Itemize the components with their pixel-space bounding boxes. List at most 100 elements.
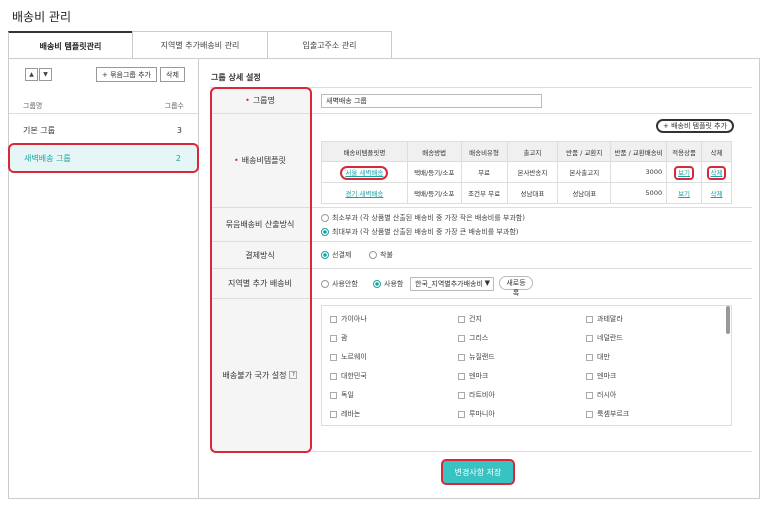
country-name: 러시아: [597, 391, 617, 399]
country-checkbox[interactable]: 대한민국: [330, 371, 367, 381]
row-noship: 배송불가 국가 설정? 가이아나 건지 과테말라괌 그리스 네덜란드노르웨이 뉴질랜드 대만…: [210, 298, 752, 452]
country-name: 건지: [469, 315, 482, 323]
scrollbar-thumb[interactable]: [726, 306, 730, 334]
table-header: 배송비템플릿명: [321, 141, 408, 162]
table-header: 출고지: [506, 141, 559, 162]
table-row: 서울 새벽배송 택배/등기/소포 무료 본사반송지 본사출고지 3000 보기 …: [321, 161, 732, 183]
checkbox-icon: [330, 372, 337, 380]
country-name: 레바논: [341, 410, 361, 418]
template-name-link[interactable]: 경기 새벽배송: [345, 190, 383, 198]
bundle-min-option[interactable]: 최소부과 (각 상품별 산출된 배송비 중 가장 작은 배송비를 부과함): [321, 213, 525, 223]
col-group-name: 그룹명: [23, 102, 43, 110]
group-count: 2: [175, 153, 181, 163]
country-name: 가이아나: [341, 315, 367, 323]
table-header: 삭제: [701, 141, 732, 162]
add-template-button[interactable]: + 배송비 템플릿 추가: [656, 119, 735, 133]
country-checkbox[interactable]: 그리스: [458, 333, 488, 343]
checkbox-icon: [330, 353, 337, 361]
country-checkbox[interactable]: 건지: [458, 314, 482, 324]
country-checkbox[interactable]: 레바논: [330, 409, 360, 419]
move-down-button[interactable]: ▼: [39, 68, 52, 81]
row-group-name: • 그룹명 새벽배송 그룹: [210, 87, 752, 113]
checkbox-icon: [586, 334, 593, 342]
group-name: 기본 그룹: [23, 125, 55, 135]
table-header: 적용상품: [666, 141, 703, 162]
add-group-button[interactable]: + 묶음그룹 추가: [96, 67, 157, 82]
table-cell: 택배/등기/소포: [406, 161, 462, 183]
country-name: 괌: [341, 334, 348, 342]
table-cell: 택배/등기/소포: [406, 182, 462, 204]
checkbox-icon: [586, 410, 593, 418]
template-name-link[interactable]: 서울 새벽배송: [340, 166, 389, 180]
group-name: 새벽배송 그룹: [24, 153, 71, 163]
checkbox-icon: [458, 410, 465, 418]
region-off-option[interactable]: 사용안함: [321, 279, 358, 289]
country-name: 그리스: [469, 334, 489, 342]
region-select[interactable]: 한국_지역별추가배송비 ▼: [410, 277, 494, 291]
checkbox-icon: [458, 353, 465, 361]
row-template: • 배송비템플릿 + 배송비 템플릿 추가 배송비템플릿명 배송방법 배송비유형 …: [210, 113, 752, 207]
template-table: 배송비템플릿명 배송방법 배송비유형 출고지 반품 / 교환지 반품 / 교환배…: [321, 141, 732, 204]
table-cell: 본사반송지: [506, 161, 559, 183]
save-changes-button[interactable]: 변경사항 저장: [441, 459, 515, 485]
table-cell: 조건부 무료: [460, 182, 508, 204]
group-name-label: • 그룹명: [210, 88, 311, 113]
group-name-input[interactable]: 새벽배송 그룹: [321, 94, 542, 108]
view-products-link[interactable]: 보기: [674, 166, 695, 180]
table-cell: 성남대표: [557, 182, 612, 204]
country-checkbox[interactable]: 대만: [586, 352, 610, 362]
country-name: 과테말라: [597, 315, 623, 323]
country-checkbox[interactable]: 노르웨이: [330, 352, 367, 362]
register-new-button[interactable]: 새로등록: [499, 276, 533, 297]
bundle-label: 묶음배송비 산출방식: [210, 208, 311, 241]
table-cell: 본사출고지: [557, 161, 612, 183]
group-row-selected[interactable]: 새벽배송 그룹 2: [8, 143, 199, 173]
table-row: 경기 새벽배송 택배/등기/소포 조건부 무료 성남대표 성남대표 5000 보…: [321, 182, 732, 204]
region-on-option[interactable]: 사용함: [373, 279, 403, 289]
country-checkbox[interactable]: 가이아나: [330, 314, 367, 324]
table-cell: 3000: [610, 161, 668, 183]
detail-title: 그룹 상세 설정: [211, 73, 261, 82]
country-checkbox[interactable]: 덴마크: [586, 371, 616, 381]
checkbox-icon: [330, 410, 337, 418]
checkbox-icon: [330, 334, 337, 342]
tab-address[interactable]: 입출고주소 관리: [267, 31, 392, 59]
country-checkbox[interactable]: 뉴질랜드: [458, 352, 495, 362]
country-checkbox[interactable]: 루마니아: [458, 409, 495, 419]
view-products-link[interactable]: 보기: [678, 190, 690, 198]
move-up-button[interactable]: ▲: [25, 68, 38, 81]
delete-group-button[interactable]: 삭제: [160, 67, 185, 82]
prepaid-option[interactable]: 선결제: [321, 250, 351, 260]
col-group-count: 그룹수: [164, 102, 184, 110]
template-label: • 배송비템플릿: [210, 114, 311, 207]
delete-template-link[interactable]: 삭제: [711, 190, 723, 198]
bundle-max-option[interactable]: 최대부과 (각 상품별 산출된 배송비 중 가장 큰 배송비를 부과함): [321, 227, 519, 237]
country-checkbox[interactable]: 독일: [330, 390, 354, 400]
cod-option[interactable]: 착불: [369, 250, 393, 260]
country-list: 가이아나 건지 과테말라괌 그리스 네덜란드노르웨이 뉴질랜드 대만대한민국 덴마크 덴마크독일…: [321, 305, 732, 426]
table-cell: 5000: [610, 182, 668, 204]
table-header: 반품 / 교환배송비: [610, 141, 668, 162]
country-checkbox[interactable]: 괌: [330, 333, 347, 343]
checkbox-icon: [458, 372, 465, 380]
country-checkbox[interactable]: 라트비아: [458, 390, 495, 400]
tab-template-management[interactable]: 배송비 템플릿관리: [8, 31, 133, 59]
country-checkbox[interactable]: 룩셈부르크: [586, 409, 629, 419]
noship-label: 배송불가 국가 설정?: [210, 299, 311, 451]
delete-template-link[interactable]: 삭제: [706, 166, 727, 180]
checkbox-icon: [330, 315, 337, 323]
country-checkbox[interactable]: 덴마크: [458, 371, 488, 381]
checkbox-icon: [458, 315, 465, 323]
country-name: 네덜란드: [597, 334, 623, 342]
checkbox-icon: [586, 372, 593, 380]
country-checkbox[interactable]: 러시아: [586, 390, 616, 400]
radio-selected-icon: [321, 228, 329, 236]
table-header-row: 배송비템플릿명 배송방법 배송비유형 출고지 반품 / 교환지 반품 / 교환배…: [321, 141, 732, 162]
country-checkbox[interactable]: 네덜란드: [586, 333, 623, 343]
radio-icon: [321, 280, 329, 288]
country-checkbox[interactable]: 과테말라: [586, 314, 623, 324]
row-payment: 결제방식 선결제 착불: [210, 241, 752, 268]
help-icon[interactable]: ?: [289, 371, 298, 379]
tab-regional-fee[interactable]: 지역별 추가배송비 관리: [132, 31, 268, 59]
group-row[interactable]: 기본 그룹 3: [9, 116, 198, 144]
